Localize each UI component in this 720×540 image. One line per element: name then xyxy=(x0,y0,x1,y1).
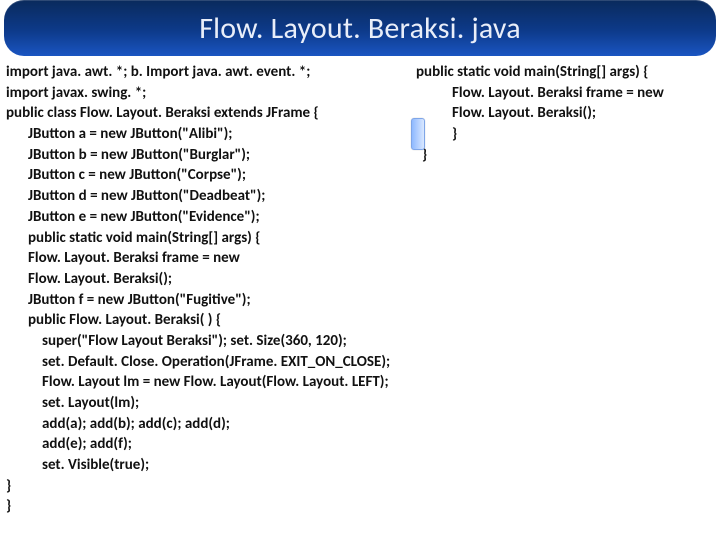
code-line: JButton b = new JButton("Burglar"); xyxy=(6,145,406,166)
code-line: } xyxy=(416,145,712,166)
code-line: Flow. Layout. Beraksi(); xyxy=(6,269,406,290)
code-line: public static void main(String[] args) { xyxy=(416,62,712,83)
code-line: } xyxy=(416,124,712,145)
slide: Flow. Layout. Beraksi. java import java.… xyxy=(0,0,720,540)
code-line: Flow. Layout lm = new Flow. Layout(Flow.… xyxy=(6,372,406,393)
code-line: Flow. Layout. Beraksi frame = new xyxy=(416,83,712,104)
slide-title: Flow. Layout. Beraksi. java xyxy=(199,10,521,47)
code-line: } xyxy=(6,496,406,517)
code-line: public Flow. Layout. Beraksi( ) { xyxy=(6,310,406,331)
code-line: set. Visible(true); xyxy=(6,455,406,476)
code-column-right: public static void main(String[] args) {… xyxy=(416,62,712,517)
code-line: add(e); add(f); xyxy=(6,434,406,455)
code-column-left: import java. awt. *; b. Import java. awt… xyxy=(6,62,406,517)
code-line: import javax. swing. *; xyxy=(6,83,406,104)
code-line: set. Default. Close. Operation(JFrame. E… xyxy=(6,352,406,373)
code-line: Flow. Layout. Beraksi frame = new xyxy=(6,248,406,269)
title-bar: Flow. Layout. Beraksi. java xyxy=(4,0,716,56)
tab-handle-icon xyxy=(411,118,425,150)
code-line: JButton d = new JButton("Deadbeat"); xyxy=(6,186,406,207)
code-line: JButton f = new JButton("Fugitive"); xyxy=(6,290,406,311)
code-line: Flow. Layout. Beraksi(); xyxy=(416,103,712,124)
code-line: JButton a = new JButton("Alibi"); xyxy=(6,124,406,145)
code-line: add(a); add(b); add(c); add(d); xyxy=(6,414,406,435)
code-line: import java. awt. *; b. Import java. awt… xyxy=(6,62,406,83)
code-line: super("Flow Layout Beraksi"); set. Size(… xyxy=(6,331,406,352)
code-line: JButton e = new JButton("Evidence"); xyxy=(6,207,406,228)
code-line: public static void main(String[] args) { xyxy=(6,228,406,249)
content-area: import java. awt. *; b. Import java. awt… xyxy=(0,62,720,517)
code-line: set. Layout(lm); xyxy=(6,393,406,414)
code-line: JButton c = new JButton("Corpse"); xyxy=(6,165,406,186)
code-line: } xyxy=(6,476,406,497)
code-line: public class Flow. Layout. Beraksi exten… xyxy=(6,103,406,124)
